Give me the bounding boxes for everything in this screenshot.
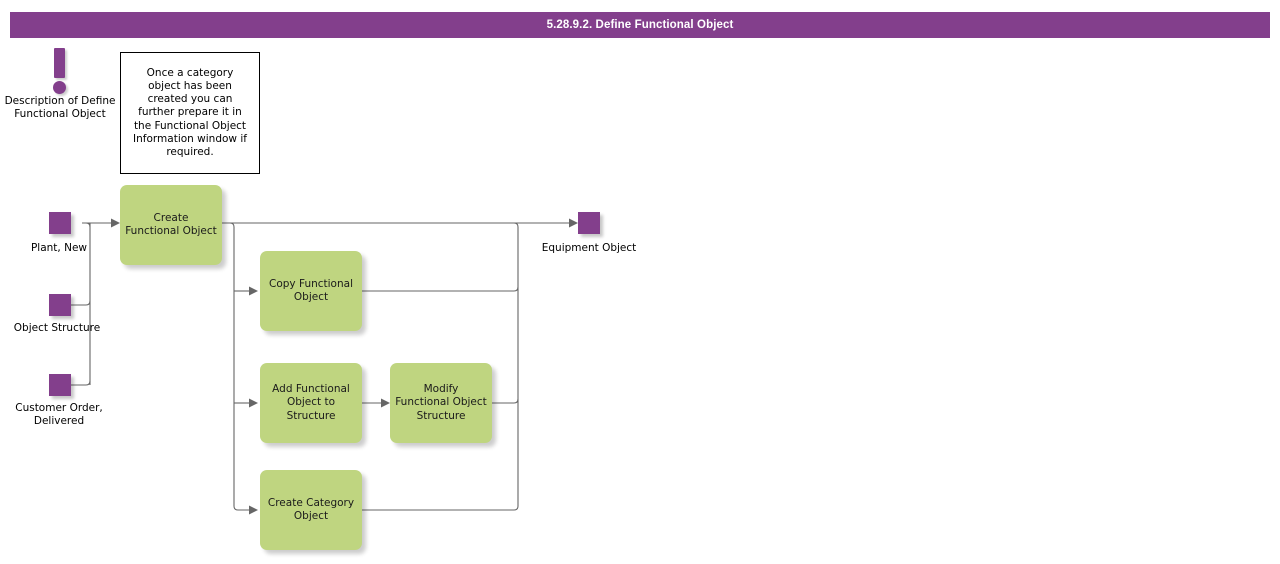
process-create-category-object-label: Create Category Object — [267, 496, 355, 522]
node-plant-new[interactable] — [49, 212, 71, 234]
arrow-into-add-functional-object — [249, 398, 258, 408]
exclamation-dot — [53, 81, 66, 94]
flow-category-to-merge — [362, 505, 519, 511]
page-header: 5.28.9.2. Define Functional Object — [10, 12, 1270, 38]
node-customer-order-delivered[interactable] — [49, 374, 71, 396]
flow-object-structure — [70, 300, 91, 306]
note-box: Once a category object has been created … — [120, 52, 260, 174]
node-customer-order-delivered-label: Customer Order, Delivered — [15, 402, 103, 427]
description-label: Description of Define Functional Object — [4, 95, 116, 120]
node-object-structure-label: Object Structure — [13, 322, 101, 334]
flow-copy-to-merge — [362, 286, 519, 292]
flow-plant-new — [82, 222, 91, 228]
page-title: 5.28.9.2. Define Functional Object — [546, 19, 734, 31]
arrow-into-modify-functional-object — [381, 398, 390, 408]
node-object-structure[interactable] — [49, 294, 71, 316]
process-modify-functional-object-structure[interactable]: Modify Functional Object Structure — [390, 363, 492, 443]
process-create-category-object[interactable]: Create Category Object — [260, 470, 362, 550]
flow-right-merge-top — [513, 222, 519, 228]
process-copy-functional-object-label: Copy Functional Object — [269, 277, 353, 303]
process-add-functional-object-to-structure-label: Add Functional Object to Structure — [272, 383, 350, 422]
exclamation-bar — [54, 48, 65, 78]
node-plant-new-label: Plant, New — [30, 242, 88, 254]
process-copy-functional-object[interactable]: Copy Functional Object — [260, 251, 362, 331]
node-equipment-object[interactable] — [578, 212, 600, 234]
process-create-functional-object[interactable]: Create Functional Object — [120, 185, 222, 265]
diagram-canvas: 5.28.9.2. Define Functional Object Descr… — [0, 0, 1280, 564]
node-equipment-object-label: Equipment Object — [541, 242, 637, 254]
process-create-functional-object-label: Create Functional Object — [125, 211, 217, 237]
flow-create-out — [222, 222, 249, 511]
exclamation-mark-icon — [52, 48, 68, 94]
flow-modify-to-merge — [492, 398, 519, 404]
arrow-into-create-functional-object — [111, 218, 120, 228]
process-add-functional-object-to-structure[interactable]: Add Functional Object to Structure — [260, 363, 362, 443]
arrow-into-copy-functional-object — [249, 286, 258, 296]
process-modify-functional-object-structure-label: Modify Functional Object Structure — [395, 383, 487, 422]
note-text: Once a category object has been created … — [133, 66, 247, 158]
arrow-into-create-category-object — [249, 505, 258, 515]
arrow-into-equipment-object — [569, 218, 578, 228]
flow-customer-order — [70, 380, 91, 386]
